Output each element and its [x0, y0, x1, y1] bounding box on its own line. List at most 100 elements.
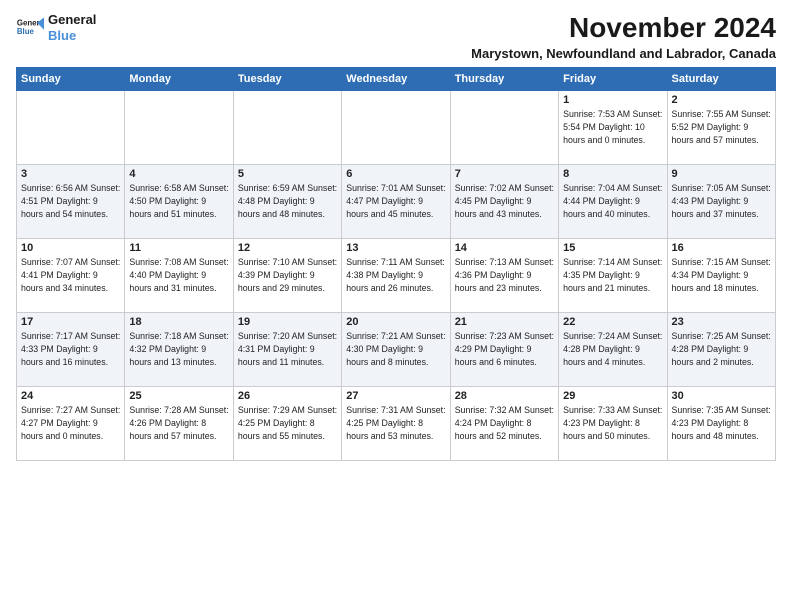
day-number: 16 — [672, 242, 771, 254]
week-row-2: 10 Sunrise: 7:07 AM Sunset: 4:41 PM Dayli… — [17, 239, 776, 313]
day-info: Sunrise: 7:33 AM Sunset: 4:23 PM Dayligh… — [563, 404, 662, 442]
day-info: Sunrise: 7:01 AM Sunset: 4:47 PM Dayligh… — [346, 182, 445, 220]
weekday-header-saturday: Saturday — [667, 68, 775, 91]
day-number: 29 — [563, 390, 662, 402]
day-number: 19 — [238, 316, 337, 328]
day-number: 7 — [455, 168, 554, 180]
calendar-cell: 19 Sunrise: 7:20 AM Sunset: 4:31 PM Dayli… — [233, 313, 341, 387]
week-row-4: 24 Sunrise: 7:27 AM Sunset: 4:27 PM Dayli… — [17, 387, 776, 461]
calendar-cell: 6 Sunrise: 7:01 AM Sunset: 4:47 PM Daylig… — [342, 165, 450, 239]
day-number: 10 — [21, 242, 120, 254]
day-number: 21 — [455, 316, 554, 328]
day-number: 6 — [346, 168, 445, 180]
day-info: Sunrise: 7:24 AM Sunset: 4:28 PM Dayligh… — [563, 330, 662, 368]
calendar-cell — [233, 91, 341, 165]
calendar-cell: 13 Sunrise: 7:11 AM Sunset: 4:38 PM Dayli… — [342, 239, 450, 313]
calendar-cell: 20Sunrise: 7:21 AM Sunset: 4:30 PM Dayli… — [342, 313, 450, 387]
day-info: Sunrise: 6:58 AM Sunset: 4:50 PM Dayligh… — [129, 182, 228, 220]
calendar-cell: 5 Sunrise: 6:59 AM Sunset: 4:48 PM Daylig… — [233, 165, 341, 239]
month-title: November 2024 — [471, 12, 776, 44]
day-info: Sunrise: 7:02 AM Sunset: 4:45 PM Dayligh… — [455, 182, 554, 220]
day-number: 12 — [238, 242, 337, 254]
calendar-cell: 9Sunrise: 7:05 AM Sunset: 4:43 PM Daylig… — [667, 165, 775, 239]
calendar-cell: 21 Sunrise: 7:23 AM Sunset: 4:29 PM Dayli… — [450, 313, 558, 387]
calendar-cell: 11Sunrise: 7:08 AM Sunset: 4:40 PM Dayli… — [125, 239, 233, 313]
day-info: Sunrise: 7:23 AM Sunset: 4:29 PM Dayligh… — [455, 330, 554, 368]
day-info: Sunrise: 7:55 AM Sunset: 5:52 PM Dayligh… — [672, 108, 771, 146]
day-info: Sunrise: 7:35 AM Sunset: 4:23 PM Dayligh… — [672, 404, 771, 442]
day-info: Sunrise: 7:13 AM Sunset: 4:36 PM Dayligh… — [455, 256, 554, 294]
logo-icon: General Blue — [16, 14, 44, 42]
week-row-0: 1 Sunrise: 7:53 AM Sunset: 5:54 PM Daylig… — [17, 91, 776, 165]
day-info: Sunrise: 7:31 AM Sunset: 4:25 PM Dayligh… — [346, 404, 445, 442]
day-info: Sunrise: 7:07 AM Sunset: 4:41 PM Dayligh… — [21, 256, 120, 294]
day-info: Sunrise: 7:20 AM Sunset: 4:31 PM Dayligh… — [238, 330, 337, 368]
day-number: 18 — [129, 316, 228, 328]
day-number: 4 — [129, 168, 228, 180]
day-info: Sunrise: 7:21 AM Sunset: 4:30 PM Dayligh… — [346, 330, 445, 368]
day-info: Sunrise: 6:56 AM Sunset: 4:51 PM Dayligh… — [21, 182, 120, 220]
day-info: Sunrise: 7:04 AM Sunset: 4:44 PM Dayligh… — [563, 182, 662, 220]
calendar-cell: 26 Sunrise: 7:29 AM Sunset: 4:25 PM Dayli… — [233, 387, 341, 461]
day-info: Sunrise: 7:15 AM Sunset: 4:34 PM Dayligh… — [672, 256, 771, 294]
calendar-cell: 14Sunrise: 7:13 AM Sunset: 4:36 PM Dayli… — [450, 239, 558, 313]
calendar-cell — [342, 91, 450, 165]
calendar-table: SundayMondayTuesdayWednesdayThursdayFrid… — [16, 67, 776, 461]
calendar-cell — [125, 91, 233, 165]
calendar-cell: 16 Sunrise: 7:15 AM Sunset: 4:34 PM Dayli… — [667, 239, 775, 313]
day-number: 30 — [672, 390, 771, 402]
calendar-cell: 27 Sunrise: 7:31 AM Sunset: 4:25 PM Dayli… — [342, 387, 450, 461]
calendar-cell: 8 Sunrise: 7:04 AM Sunset: 4:44 PM Daylig… — [559, 165, 667, 239]
calendar-cell: 23Sunrise: 7:25 AM Sunset: 4:28 PM Dayli… — [667, 313, 775, 387]
weekday-header-row: SundayMondayTuesdayWednesdayThursdayFrid… — [17, 68, 776, 91]
day-number: 15 — [563, 242, 662, 254]
day-number: 5 — [238, 168, 337, 180]
day-number: 13 — [346, 242, 445, 254]
day-info: Sunrise: 7:14 AM Sunset: 4:35 PM Dayligh… — [563, 256, 662, 294]
day-number: 28 — [455, 390, 554, 402]
calendar-cell: 7 Sunrise: 7:02 AM Sunset: 4:45 PM Daylig… — [450, 165, 558, 239]
logo: General Blue General Blue — [16, 12, 96, 43]
calendar-cell — [450, 91, 558, 165]
day-info: Sunrise: 7:28 AM Sunset: 4:26 PM Dayligh… — [129, 404, 228, 442]
day-number: 17 — [21, 316, 120, 328]
day-info: Sunrise: 7:29 AM Sunset: 4:25 PM Dayligh… — [238, 404, 337, 442]
calendar-cell: 22 Sunrise: 7:24 AM Sunset: 4:28 PM Dayli… — [559, 313, 667, 387]
header: General Blue General Blue November 2024 … — [16, 12, 776, 61]
logo-text: General Blue — [48, 12, 96, 43]
day-number: 25 — [129, 390, 228, 402]
weekday-header-monday: Monday — [125, 68, 233, 91]
weekday-header-sunday: Sunday — [17, 68, 125, 91]
day-info: Sunrise: 7:10 AM Sunset: 4:39 PM Dayligh… — [238, 256, 337, 294]
calendar-cell: 12 Sunrise: 7:10 AM Sunset: 4:39 PM Dayli… — [233, 239, 341, 313]
day-number: 22 — [563, 316, 662, 328]
calendar-cell: 29 Sunrise: 7:33 AM Sunset: 4:23 PM Dayli… — [559, 387, 667, 461]
day-number: 24 — [21, 390, 120, 402]
calendar-cell: 15 Sunrise: 7:14 AM Sunset: 4:35 PM Dayli… — [559, 239, 667, 313]
calendar-cell: 18Sunrise: 7:18 AM Sunset: 4:32 PM Dayli… — [125, 313, 233, 387]
day-info: Sunrise: 7:27 AM Sunset: 4:27 PM Dayligh… — [21, 404, 120, 442]
day-number: 3 — [21, 168, 120, 180]
day-info: Sunrise: 7:11 AM Sunset: 4:38 PM Dayligh… — [346, 256, 445, 294]
day-info: Sunrise: 6:59 AM Sunset: 4:48 PM Dayligh… — [238, 182, 337, 220]
day-number: 9 — [672, 168, 771, 180]
day-info: Sunrise: 7:53 AM Sunset: 5:54 PM Dayligh… — [563, 108, 662, 146]
calendar-cell: 24 Sunrise: 7:27 AM Sunset: 4:27 PM Dayli… — [17, 387, 125, 461]
calendar-cell — [17, 91, 125, 165]
day-number: 23 — [672, 316, 771, 328]
day-number: 27 — [346, 390, 445, 402]
calendar-cell: 2 Sunrise: 7:55 AM Sunset: 5:52 PM Daylig… — [667, 91, 775, 165]
weekday-header-friday: Friday — [559, 68, 667, 91]
weekday-header-wednesday: Wednesday — [342, 68, 450, 91]
calendar-cell: 17 Sunrise: 7:17 AM Sunset: 4:33 PM Dayli… — [17, 313, 125, 387]
location: Marystown, Newfoundland and Labrador, Ca… — [471, 46, 776, 61]
weekday-header-thursday: Thursday — [450, 68, 558, 91]
day-number: 11 — [129, 242, 228, 254]
week-row-1: 3 Sunrise: 6:56 AM Sunset: 4:51 PM Daylig… — [17, 165, 776, 239]
day-number: 8 — [563, 168, 662, 180]
day-info: Sunrise: 7:17 AM Sunset: 4:33 PM Dayligh… — [21, 330, 120, 368]
day-number: 26 — [238, 390, 337, 402]
day-number: 2 — [672, 94, 771, 106]
calendar-cell: 4 Sunrise: 6:58 AM Sunset: 4:50 PM Daylig… — [125, 165, 233, 239]
day-number: 1 — [563, 94, 662, 106]
